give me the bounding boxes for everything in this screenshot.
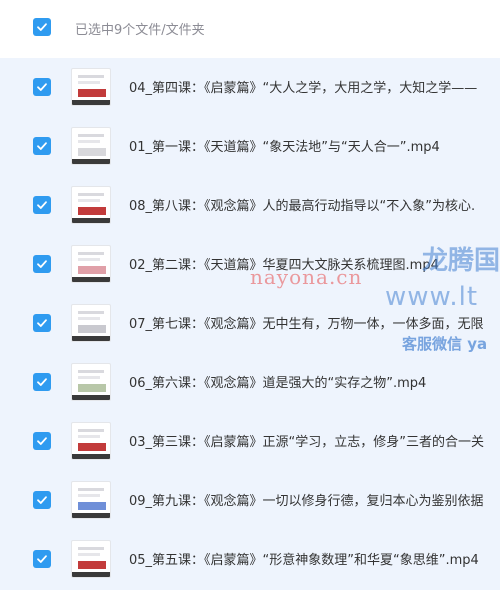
file-thumbnail: [71, 127, 111, 165]
watermark-url: www.lt: [385, 282, 479, 312]
watermark-wechat: 客服微信 ya: [402, 335, 488, 353]
checkmark-icon: [37, 142, 47, 150]
file-name: 09_第九课：《观念篇》一切以修身行德，复归本心为鉴别依据: [129, 494, 484, 509]
file-thumbnail: [71, 481, 111, 519]
watermark-brand: 龙腾国: [422, 246, 500, 276]
file-row[interactable]: 04_第四课：《启蒙篇》“大人之学，大用之学，大知之学——: [0, 58, 500, 117]
file-thumbnail: [71, 540, 111, 578]
selection-count-label: 已选中9个文件/文件夹: [75, 23, 205, 38]
checkmark-icon: [37, 378, 47, 386]
file-checkbox[interactable]: [33, 196, 51, 214]
file-thumbnail: [71, 186, 111, 224]
checkmark-icon: [37, 23, 47, 31]
watermark-site: nayona.cn: [250, 265, 363, 289]
file-name: 01_第一课：《天道篇》“象天法地”与“天人合一”.mp4: [129, 140, 440, 155]
file-checkbox[interactable]: [33, 373, 51, 391]
file-row[interactable]: 05_第五课：《启蒙篇》“形意神象数理”和华夏“象思维”.mp4: [0, 530, 500, 589]
file-checkbox[interactable]: [33, 137, 51, 155]
footer-strip: [0, 590, 500, 606]
checkmark-icon: [37, 260, 47, 268]
file-row[interactable]: 01_第一课：《天道篇》“象天法地”与“天人合一”.mp4: [0, 117, 500, 176]
file-checkbox[interactable]: [33, 491, 51, 509]
file-thumbnail: [71, 245, 111, 283]
file-thumbnail: [71, 68, 111, 106]
file-thumbnail: [71, 304, 111, 342]
file-row[interactable]: 08_第八课：《观念篇》人的最高行动指导以“不入象”为核心.: [0, 176, 500, 235]
file-row[interactable]: 09_第九课：《观念篇》一切以修身行德，复归本心为鉴别依据: [0, 471, 500, 530]
file-checkbox[interactable]: [33, 432, 51, 450]
file-name: 07_第七课：《观念篇》无中生有，万物一体，一体多面，无限: [129, 317, 484, 332]
file-checkbox[interactable]: [33, 314, 51, 332]
file-row[interactable]: 06_第六课：《观念篇》道是强大的“实存之物”.mp4: [0, 353, 500, 412]
checkmark-icon: [37, 201, 47, 209]
file-name: 03_第三课：《启蒙篇》正源“学习，立志，修身”三者的合一关: [129, 435, 485, 450]
checkmark-icon: [37, 496, 47, 504]
file-name: 04_第四课：《启蒙篇》“大人之学，大用之学，大知之学——: [129, 81, 478, 96]
checkmark-icon: [37, 319, 47, 327]
selection-header: 已选中9个文件/文件夹: [0, 0, 500, 58]
file-name: 05_第五课：《启蒙篇》“形意神象数理”和华夏“象思维”.mp4: [129, 553, 479, 568]
file-name: 06_第六课：《观念篇》道是强大的“实存之物”.mp4: [129, 376, 427, 391]
file-checkbox[interactable]: [33, 78, 51, 96]
file-checkbox[interactable]: [33, 255, 51, 273]
file-thumbnail: [71, 363, 111, 401]
file-row[interactable]: 03_第三课：《启蒙篇》正源“学习，立志，修身”三者的合一关: [0, 412, 500, 471]
select-all-checkbox[interactable]: [33, 18, 51, 36]
file-thumbnail: [71, 422, 111, 460]
checkmark-icon: [37, 83, 47, 91]
checkmark-icon: [37, 555, 47, 563]
file-name: 08_第八课：《观念篇》人的最高行动指导以“不入象”为核心.: [129, 199, 476, 214]
file-list: 04_第四课：《启蒙篇》“大人之学，大用之学，大知之学—— 01_第一课：《天道篇…: [0, 58, 500, 590]
file-checkbox[interactable]: [33, 550, 51, 568]
checkmark-icon: [37, 437, 47, 445]
